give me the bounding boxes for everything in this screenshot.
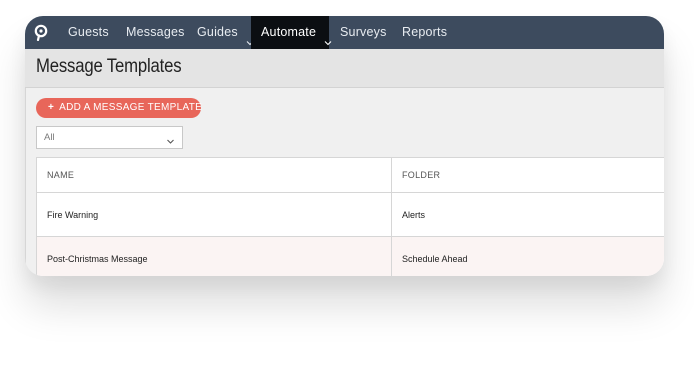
nav-item-guests[interactable]: Guests <box>68 16 109 49</box>
nav-item-reports[interactable]: Reports <box>402 16 447 49</box>
add-message-template-button[interactable]: + ADD A MESSAGE TEMPLATE <box>36 98 203 118</box>
nav-item-guides[interactable]: Guides <box>197 16 254 49</box>
column-header-name[interactable]: NAME <box>37 158 392 192</box>
table-row[interactable]: Fire Warning Alerts <box>37 193 664 237</box>
template-folder: Alerts <box>402 209 426 220</box>
nav-item-label: Automate <box>261 25 317 39</box>
plus-icon: + <box>48 102 55 113</box>
template-folder: Schedule Ahead <box>402 253 468 264</box>
brand-logo-icon[interactable] <box>34 24 48 42</box>
nav-item-label: Reports <box>402 25 448 39</box>
nav-item-label: Messages <box>126 25 185 39</box>
nav-item-messages[interactable]: Messages <box>126 16 185 49</box>
filter-value: All <box>44 132 55 143</box>
page-header: Message Templates <box>25 49 664 88</box>
nav-item-automate[interactable]: Automate <box>251 16 332 49</box>
template-name-cell[interactable]: Post-Christmas Message <box>37 237 392 276</box>
add-button-label: ADD A MESSAGE TEMPLATE <box>59 102 203 113</box>
top-navigation: Guests Messages Guides Automate Surveys … <box>25 16 664 49</box>
chevron-down-icon <box>324 27 332 45</box>
nav-item-label: Guides <box>197 25 238 39</box>
table-header-row: NAME FOLDER <box>37 158 664 193</box>
template-name: Post-Christmas Message <box>47 253 148 264</box>
nav-item-label: Surveys <box>340 25 387 39</box>
template-name: Fire Warning <box>47 209 99 220</box>
table-row[interactable]: Post-Christmas Message Schedule Ahead <box>37 237 664 276</box>
column-header-folder[interactable]: FOLDER <box>392 158 664 192</box>
templates-table: NAME FOLDER Fire Warning Alerts Post-Chr… <box>36 157 664 276</box>
template-folder-cell: Alerts <box>392 193 664 236</box>
column-header-label: NAME <box>47 170 75 180</box>
nav-item-surveys[interactable]: Surveys <box>340 16 387 49</box>
column-header-label: FOLDER <box>402 170 441 180</box>
template-folder-cell: Schedule Ahead <box>392 237 664 276</box>
divider <box>25 88 26 276</box>
chevron-down-icon <box>166 133 175 144</box>
folder-filter-select[interactable]: All <box>36 126 183 149</box>
nav-item-label: Guests <box>68 25 109 39</box>
page-title: Message Templates <box>36 56 182 77</box>
template-name-cell[interactable]: Fire Warning <box>37 193 392 236</box>
app-window: Guests Messages Guides Automate Surveys … <box>25 16 664 276</box>
